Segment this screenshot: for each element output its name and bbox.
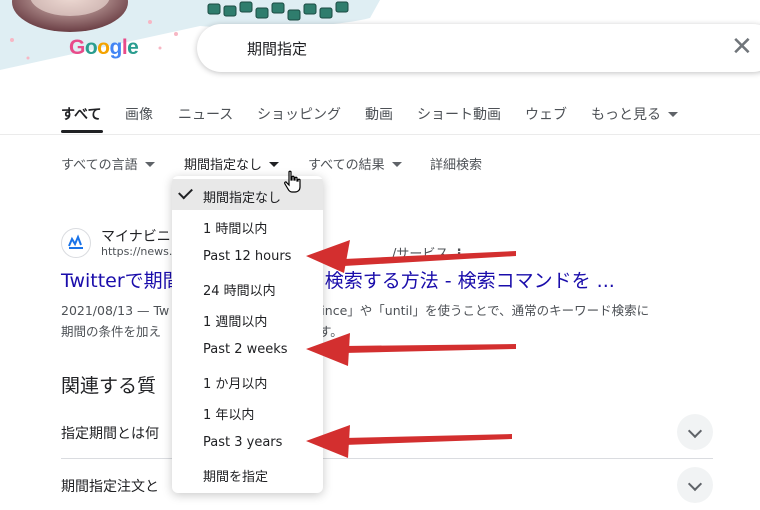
related-question-2[interactable]: 期間指定注文と (61, 476, 159, 496)
menu-item-label: 1 か月以内 (203, 377, 268, 392)
close-icon[interactable]: ✕ (731, 32, 753, 62)
menu-item-past-2-weeks[interactable]: Past 2 weeks (172, 334, 323, 365)
snippet-line2-left: 期間の条件を加え (61, 324, 162, 339)
snippet-line1-left: 2021/08/13 — Tw (61, 303, 170, 318)
chevron-down-icon (391, 162, 402, 167)
chevron-down-icon[interactable] (677, 414, 713, 450)
result-title[interactable]: Twitterで期間 て検索する方法 - 検索コマンドを ... (61, 266, 615, 293)
result-snippet-line1: 2021/08/13 — Tw 「since」や「until」を使うことで、通常の… (61, 300, 649, 319)
site-favicon-logo (68, 234, 84, 252)
menu-item-label: Past 3 years (203, 435, 283, 450)
check-icon (178, 184, 193, 200)
search-tabs: すべて 画像 ニュース ショッピング 動画 ショート動画 ウェブ もっと見る (0, 98, 760, 135)
menu-item-label: 1 週間以内 (203, 315, 268, 330)
tab-more[interactable]: もっと見る (591, 104, 678, 124)
tab-web[interactable]: ウェブ (525, 104, 567, 124)
search-tools: すべての言語 期間指定なし すべての結果 詳細検索 (0, 152, 760, 176)
menu-item-label: 期間を指定 (203, 470, 269, 485)
chevron-down-icon (668, 112, 678, 117)
menu-item-past-year[interactable]: 1 年以内 (172, 396, 323, 427)
menu-item-label: 24 時間以内 (203, 284, 276, 299)
menu-item-past-24-hours[interactable]: 24 時間以内 (172, 272, 323, 303)
chevron-down-icon (269, 162, 280, 167)
result-title-right[interactable]: て検索する方法 - 検索コマンドを ... (306, 270, 615, 292)
chevron-down-icon (144, 162, 155, 167)
related-question-1[interactable]: 指定期間とは何 (61, 423, 159, 443)
more-options-icon[interactable]: ⋮ (453, 247, 466, 262)
site-favicon[interactable] (61, 228, 91, 258)
arrow-icon (306, 425, 512, 458)
result-breadcrumb: /サービス ⋮ (392, 243, 466, 262)
divider (61, 458, 713, 459)
related-questions-title: 関連する質 (61, 375, 157, 397)
tab-all[interactable]: すべて (61, 104, 101, 124)
menu-item-past-hour[interactable]: 1 時間以内 (172, 210, 323, 241)
menu-item-custom-range[interactable]: 期間を指定 (172, 458, 323, 489)
snippet-line1-right: 「since」や「until」を使うことで、通常のキーワード検索に (302, 303, 650, 318)
result-title-left[interactable]: Twitterで期間 (61, 270, 182, 292)
menu-item-past-3-years[interactable]: Past 3 years (172, 427, 323, 458)
menu-item-label: 1 時間以内 (203, 222, 268, 237)
search-input[interactable]: 期間指定 (247, 38, 307, 59)
tab-videos[interactable]: 動画 (365, 104, 393, 124)
language-filter-label: すべての言語 (61, 158, 138, 173)
chevron-down-icon[interactable] (677, 467, 713, 503)
result-breadcrumb-tail: /サービス (392, 247, 449, 262)
menu-item-past-month[interactable]: 1 か月以内 (172, 365, 323, 396)
menu-item-label: Past 12 hours (203, 249, 292, 264)
menu-item-label: 期間指定なし (203, 191, 282, 206)
result-site-url[interactable]: https://news.r (101, 245, 177, 258)
search-box[interactable]: 期間指定 ✕ (197, 24, 760, 72)
tab-short-videos[interactable]: ショート動画 (417, 104, 501, 124)
results-filter[interactable]: すべての結果 (308, 154, 402, 173)
tab-images[interactable]: 画像 (125, 104, 153, 124)
advanced-search-link[interactable]: 詳細検索 (430, 154, 482, 173)
tab-more-label: もっと見る (591, 107, 661, 123)
menu-item-label: Past 2 weeks (203, 342, 288, 357)
active-tab-indicator (61, 130, 103, 133)
google-logo[interactable]: Google (69, 36, 139, 60)
results-filter-label: すべての結果 (308, 158, 385, 173)
result-site-name[interactable]: マイナビニ (101, 226, 171, 246)
menu-item-past-12-hours[interactable]: Past 12 hours (172, 241, 323, 272)
period-filter[interactable]: 期間指定なし (184, 154, 280, 173)
tab-shopping[interactable]: ショッピング (257, 104, 341, 124)
menu-item-label: 1 年以内 (203, 408, 255, 423)
period-filter-label: 期間指定なし (184, 158, 263, 173)
tab-news[interactable]: ニュース (178, 104, 233, 124)
period-dropdown-menu: 期間指定なし 1 時間以内 Past 12 hours 24 時間以内 1 週間… (172, 176, 323, 493)
language-filter[interactable]: すべての言語 (61, 154, 155, 173)
hand-pointer-icon (284, 170, 301, 193)
menu-item-past-week[interactable]: 1 週間以内 (172, 303, 323, 334)
